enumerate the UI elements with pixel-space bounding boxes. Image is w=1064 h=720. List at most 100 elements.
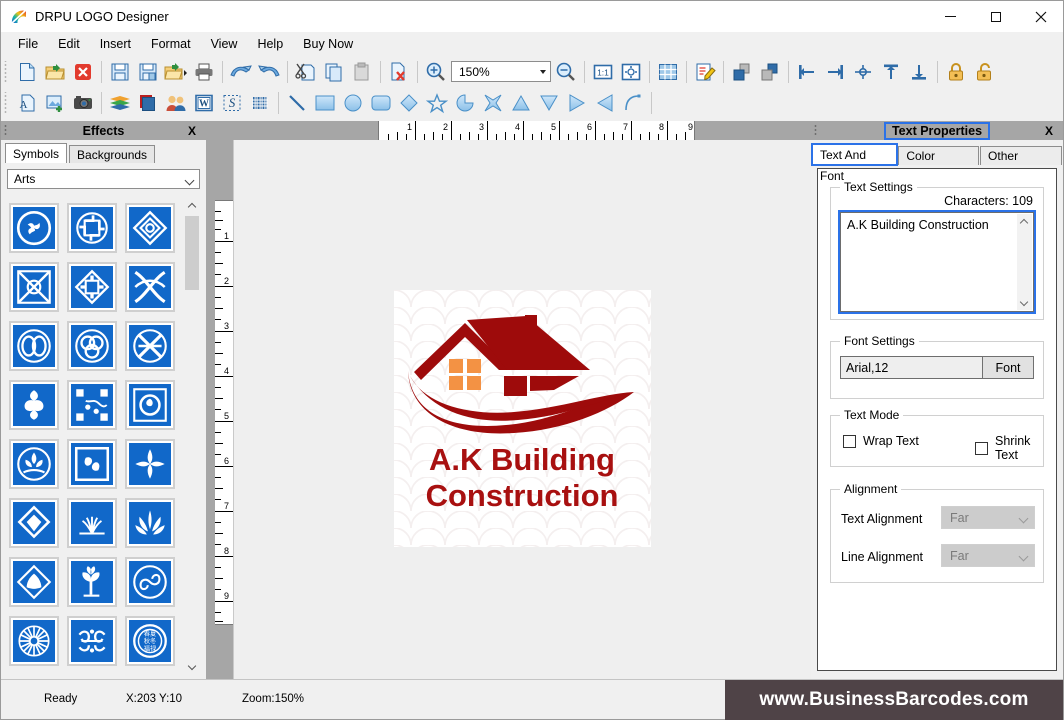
symbol-item[interactable] xyxy=(7,258,61,315)
scroll-down-icon[interactable] xyxy=(1017,295,1032,310)
scroll-down-icon[interactable] xyxy=(184,658,200,675)
rectangle-tool-icon[interactable] xyxy=(311,89,339,117)
symbol-item[interactable] xyxy=(65,435,119,492)
scrollbar-thumb[interactable] xyxy=(185,216,199,290)
undo-icon[interactable] xyxy=(227,58,255,86)
symbol-item[interactable] xyxy=(7,494,61,551)
symbol-item[interactable] xyxy=(7,376,61,433)
toolbar-grip[interactable] xyxy=(3,91,10,114)
font-value-field[interactable]: Arial,12 xyxy=(840,356,997,379)
star-tool-icon[interactable] xyxy=(423,89,451,117)
symbol-item[interactable] xyxy=(65,317,119,374)
cut-icon[interactable] xyxy=(292,58,320,86)
symbol-item[interactable] xyxy=(65,258,119,315)
barcode-icon[interactable] xyxy=(246,89,274,117)
align-center-icon[interactable] xyxy=(849,58,877,86)
actual-size-icon[interactable]: 1:1 xyxy=(589,58,617,86)
align-top-icon[interactable] xyxy=(877,58,905,86)
menu-format[interactable]: Format xyxy=(141,34,201,54)
symbol-item[interactable] xyxy=(123,435,177,492)
new-document-icon[interactable] xyxy=(13,58,41,86)
menu-file[interactable]: File xyxy=(8,34,48,54)
open-folder-icon[interactable] xyxy=(41,58,69,86)
line-tool-icon[interactable] xyxy=(283,89,311,117)
insert-text-icon[interactable]: A xyxy=(13,89,41,117)
text-content-input[interactable]: A.K Building Construction xyxy=(838,210,1036,314)
word-art-icon[interactable]: W xyxy=(190,89,218,117)
rounded-rect-tool-icon[interactable] xyxy=(367,89,395,117)
text-properties-close-button[interactable]: X xyxy=(1045,124,1053,138)
design-canvas[interactable]: A.K Building Construction xyxy=(233,140,811,679)
fit-page-icon[interactable] xyxy=(617,58,645,86)
symbol-item[interactable] xyxy=(65,553,119,610)
background-icon[interactable] xyxy=(134,89,162,117)
menu-buy-now[interactable]: Buy Now xyxy=(293,34,363,54)
font-button[interactable]: Font xyxy=(982,356,1034,379)
effects-panel-close-button[interactable]: X xyxy=(188,124,196,138)
grid-icon[interactable] xyxy=(654,58,682,86)
capture-image-icon[interactable] xyxy=(69,89,97,117)
tab-backgrounds[interactable]: Backgrounds xyxy=(69,145,156,163)
redo-icon[interactable] xyxy=(255,58,283,86)
symbol-item[interactable] xyxy=(65,612,119,669)
symbol-item[interactable] xyxy=(65,671,119,675)
shrink-text-checkbox[interactable]: Shrink Text xyxy=(975,434,1043,462)
paste-icon[interactable] xyxy=(348,58,376,86)
symbol-item[interactable] xyxy=(65,376,119,433)
tab-text-and-font[interactable]: Text And Font xyxy=(810,143,899,183)
symbol-item[interactable] xyxy=(123,376,177,433)
symbol-item[interactable] xyxy=(7,671,61,675)
wrap-text-checkbox[interactable]: Wrap Text xyxy=(843,434,919,448)
symbol-item[interactable] xyxy=(7,317,61,374)
symbol-item[interactable] xyxy=(123,317,177,374)
triangle-left-tool-icon[interactable] xyxy=(591,89,619,117)
menu-edit[interactable]: Edit xyxy=(48,34,90,54)
line-alignment-select[interactable]: Far xyxy=(941,544,1035,567)
lock-icon[interactable] xyxy=(942,58,970,86)
tab-color-effects[interactable]: Color Effects xyxy=(898,146,980,182)
four-point-star-tool-icon[interactable] xyxy=(479,89,507,117)
send-to-back-icon[interactable] xyxy=(756,58,784,86)
scroll-up-icon[interactable] xyxy=(1017,214,1032,229)
symbol-item[interactable] xyxy=(7,199,61,256)
panel-grip[interactable] xyxy=(4,124,9,137)
symbol-item[interactable] xyxy=(65,494,119,551)
menu-insert[interactable]: Insert xyxy=(90,34,141,54)
symbol-item[interactable] xyxy=(123,199,177,256)
import-icon[interactable] xyxy=(162,58,190,86)
edit-properties-icon[interactable] xyxy=(691,58,719,86)
layers-icon[interactable] xyxy=(106,89,134,117)
symbol-item[interactable] xyxy=(7,435,61,492)
triangle-down-tool-icon[interactable] xyxy=(535,89,563,117)
menu-view[interactable]: View xyxy=(201,34,248,54)
save-icon[interactable] xyxy=(106,58,134,86)
toolbar-grip[interactable] xyxy=(3,60,10,83)
diamond-tool-icon[interactable] xyxy=(395,89,423,117)
zoom-combo[interactable]: 150% xyxy=(451,61,551,82)
symbol-item[interactable] xyxy=(7,612,61,669)
close-button[interactable] xyxy=(1018,1,1063,32)
text-alignment-select[interactable]: Far xyxy=(941,506,1035,529)
print-icon[interactable] xyxy=(190,58,218,86)
zoom-out-icon[interactable] xyxy=(552,58,580,86)
symbol-item[interactable] xyxy=(123,553,177,610)
copy-icon[interactable] xyxy=(320,58,348,86)
tab-other-effects[interactable]: Other Effects xyxy=(980,146,1062,182)
tab-symbols[interactable]: Symbols xyxy=(5,143,68,163)
panel-grip[interactable] xyxy=(814,124,819,137)
triangle-right-tool-icon[interactable] xyxy=(563,89,591,117)
logo-object[interactable]: A.K Building Construction xyxy=(394,290,651,547)
symbol-category-select[interactable]: Arts xyxy=(7,169,200,189)
symbol-item[interactable] xyxy=(65,199,119,256)
symbol-grid-scrollbar[interactable] xyxy=(183,197,200,675)
ellipse-tool-icon[interactable] xyxy=(339,89,367,117)
unlock-icon[interactable] xyxy=(970,58,998,86)
pie-tool-icon[interactable] xyxy=(451,89,479,117)
delete-icon[interactable] xyxy=(385,58,413,86)
symbol-item[interactable] xyxy=(123,671,177,675)
contact-icon[interactable] xyxy=(162,89,190,117)
close-document-icon[interactable] xyxy=(69,58,97,86)
minimize-button[interactable] xyxy=(928,1,973,32)
signature-icon[interactable]: S xyxy=(218,89,246,117)
scroll-up-icon[interactable] xyxy=(184,197,200,214)
